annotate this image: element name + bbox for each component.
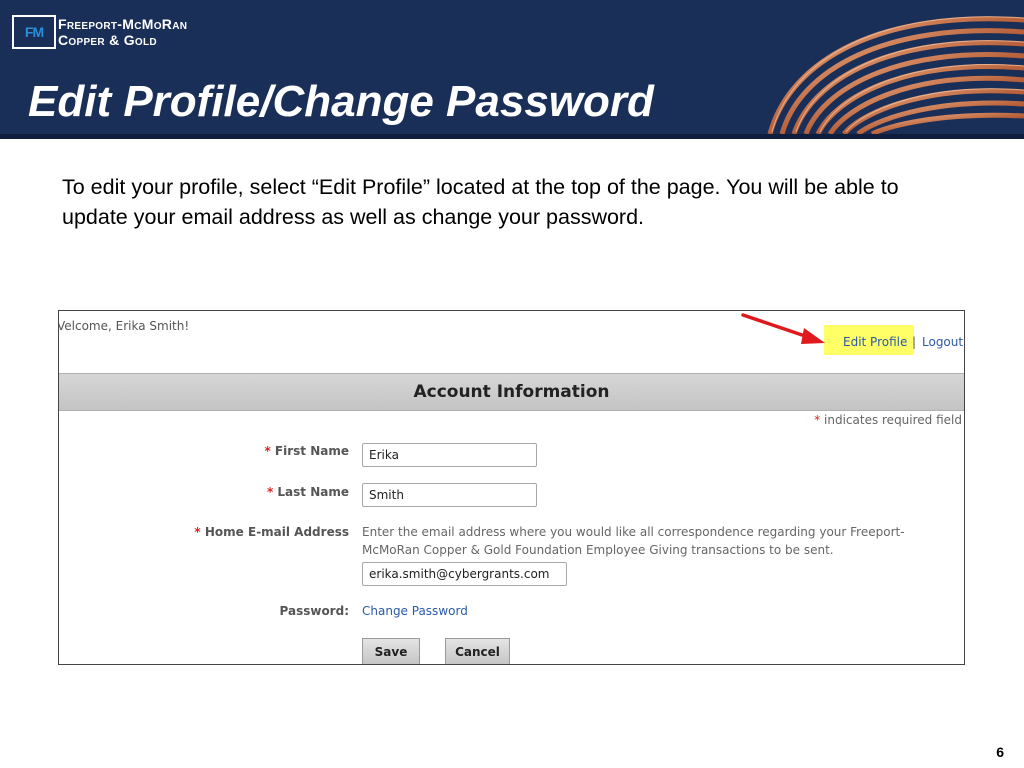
password-label: Password: [279,604,350,618]
email-help-text: Enter the email address where you would … [362,525,905,557]
required-star: * [264,444,271,458]
instruction-text: To edit your profile, select “Edit Profi… [62,175,899,229]
last-name-label: * Last Name [59,485,349,499]
first-name-label: * First Name [59,444,349,458]
change-password-link[interactable]: Change Password [362,604,468,618]
slide-title: Edit Profile/Change Password [28,77,654,126]
company-name: Freeport-McMoRan Copper & Gold [58,16,187,48]
required-star: * [194,525,201,539]
slide-header: FM Freeport-McMoRan Copper & Gold Edit P… [0,0,1024,134]
first-name-input[interactable] [362,443,537,467]
email-label-text: Home E-mail Address [204,525,349,539]
email-input[interactable] [362,562,567,586]
section-title: Account Information [413,382,610,402]
cancel-button[interactable]: Cancel [445,638,510,664]
first-name-label-text: First Name [274,444,349,458]
nav-separator: | [912,335,917,349]
edit-profile-link[interactable]: Edit Profile [843,335,907,349]
copper-coil-image [767,16,1024,134]
section-header: Account Information [59,373,964,411]
save-button[interactable]: Save [362,638,420,664]
logo-mark: FM [14,17,54,47]
welcome-message: Velcome, Erika Smith! [58,319,190,333]
email-label: * Home E-mail Address [59,525,349,539]
required-star: * [266,485,274,499]
last-name-input[interactable] [362,483,537,507]
company-name-line2: Copper & Gold [58,32,157,48]
red-arrow-icon [741,313,825,344]
page-number: 6 [996,744,1004,760]
last-name-label-text: Last Name [277,485,349,499]
account-screenshot: Velcome, Erika Smith! Edit Profile | Log… [58,310,965,665]
logout-link[interactable]: Logout [922,335,963,349]
required-note: * indicates required field [814,413,962,427]
header-rule [0,134,1024,139]
required-note-text: indicates required field [820,413,962,427]
company-name-line1: Freeport-McMoRan [58,16,188,32]
company-logo: FM [12,15,56,49]
